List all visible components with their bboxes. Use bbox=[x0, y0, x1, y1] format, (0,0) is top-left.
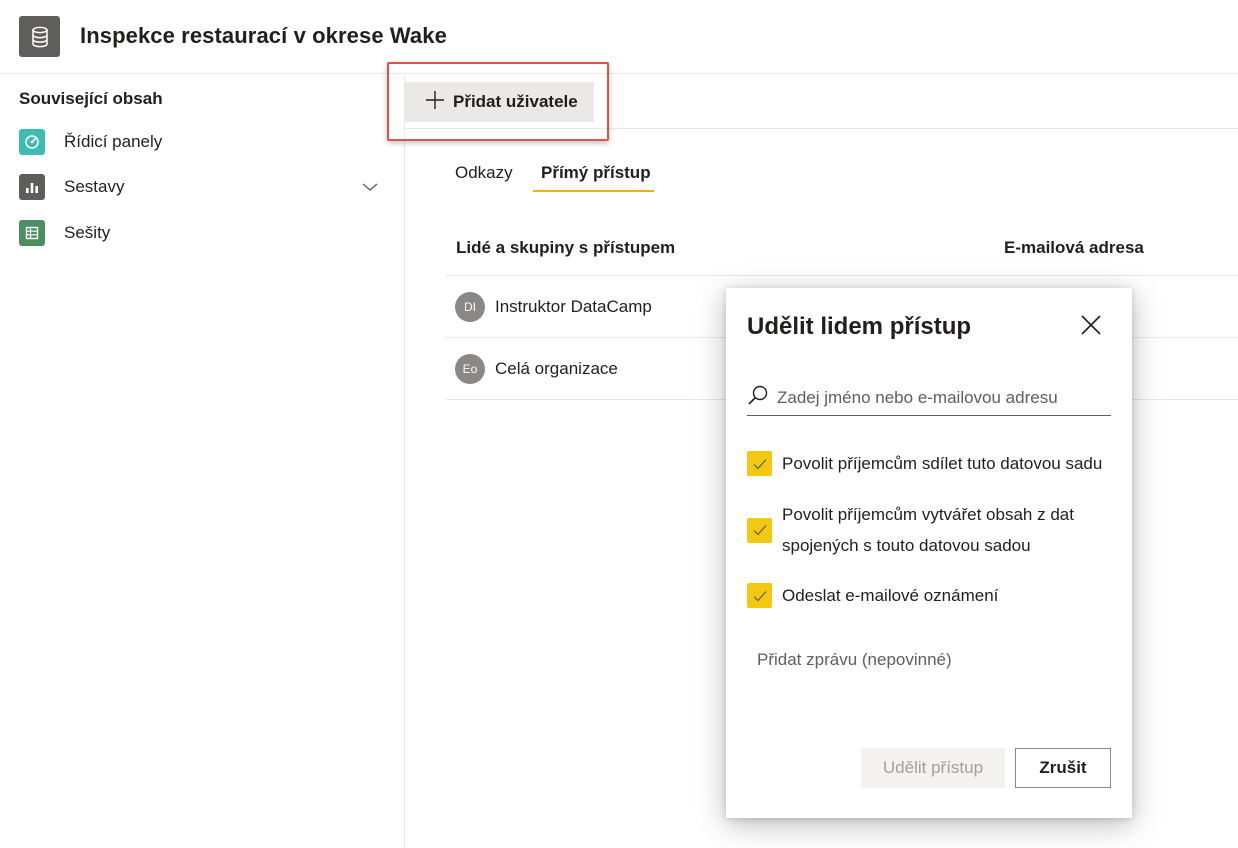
grant-access-button[interactable]: Udělit přístup bbox=[861, 748, 1005, 788]
sidebar-heading: Související obsah bbox=[19, 89, 163, 108]
sidebar-item-label: Řídicí panely bbox=[64, 132, 163, 151]
divider bbox=[446, 275, 1238, 276]
checkbox-label-line: spojených s touto datovou sadou bbox=[782, 536, 1031, 555]
checkbox-allow-share[interactable]: Povolit příjemcům sdílet tuto datovou sa… bbox=[747, 448, 1102, 479]
chevron-down-icon[interactable] bbox=[361, 178, 379, 201]
database-icon bbox=[19, 16, 60, 57]
row-name: Celá organizace bbox=[495, 359, 618, 378]
table-row[interactable]: DI Instruktor DataCamp bbox=[455, 291, 652, 323]
checkbox-label: Odeslat e-mailové oznámení bbox=[782, 586, 999, 605]
tab-links[interactable]: Odkazy bbox=[455, 163, 513, 183]
checkbox-allow-build[interactable]: Povolit příjemcům vytvářet obsah z dat s… bbox=[747, 499, 1074, 561]
column-header-people: Lidé a skupiny s přístupem bbox=[456, 238, 676, 257]
checkbox[interactable] bbox=[747, 517, 772, 543]
message-field[interactable] bbox=[747, 644, 1111, 734]
report-icon bbox=[19, 174, 45, 200]
checkbox-label: Povolit příjemcům vytvářet obsah z dat s… bbox=[782, 499, 1074, 561]
app-header: Inspekce restaurací v okrese Wake bbox=[0, 0, 1238, 74]
checkbox[interactable] bbox=[747, 451, 772, 476]
active-tab-indicator bbox=[533, 190, 654, 192]
search-icon bbox=[747, 384, 769, 411]
close-icon[interactable] bbox=[1076, 310, 1106, 340]
people-search bbox=[747, 380, 1111, 416]
avatar: DI bbox=[455, 292, 485, 322]
search-input[interactable] bbox=[777, 387, 1107, 408]
column-header-email: E-mailová adresa bbox=[1004, 238, 1144, 257]
checkbox-send-email[interactable]: Odeslat e-mailové oznámení bbox=[747, 580, 998, 611]
checkbox-label-line: Povolit příjemcům vytvářet obsah z dat bbox=[782, 505, 1074, 524]
sidebar-item-workbooks[interactable]: Sešity bbox=[19, 218, 379, 248]
sidebar-item-label: Sešity bbox=[64, 223, 111, 242]
dialog-title: Udělit lidem přístup bbox=[747, 313, 972, 340]
highlight-box bbox=[387, 62, 609, 141]
sidebar-item-reports[interactable]: Sestavy bbox=[19, 172, 379, 202]
avatar: Eo bbox=[455, 354, 485, 384]
cancel-button[interactable]: Zrušit bbox=[1015, 748, 1111, 788]
checkbox-label: Povolit příjemcům sdílet tuto datovou sa… bbox=[782, 454, 1103, 473]
sidebar-item-label: Sestavy bbox=[64, 177, 125, 196]
sidebar: Související obsah Řídicí panely Sestavy bbox=[0, 75, 405, 848]
tab-direct-access[interactable]: Přímý přístup bbox=[541, 163, 651, 183]
table-row[interactable]: Eo Celá organizace bbox=[455, 353, 618, 385]
dashboard-icon bbox=[19, 129, 45, 155]
checkbox[interactable] bbox=[747, 583, 772, 608]
row-name: Instruktor DataCamp bbox=[495, 297, 652, 316]
sidebar-item-dashboards[interactable]: Řídicí panely bbox=[19, 127, 379, 157]
grant-access-dialog: Udělit lidem přístup Povolit příjemcům s… bbox=[726, 288, 1132, 818]
workbook-icon bbox=[19, 220, 45, 246]
page-title: Inspekce restaurací v okrese Wake bbox=[80, 23, 447, 48]
